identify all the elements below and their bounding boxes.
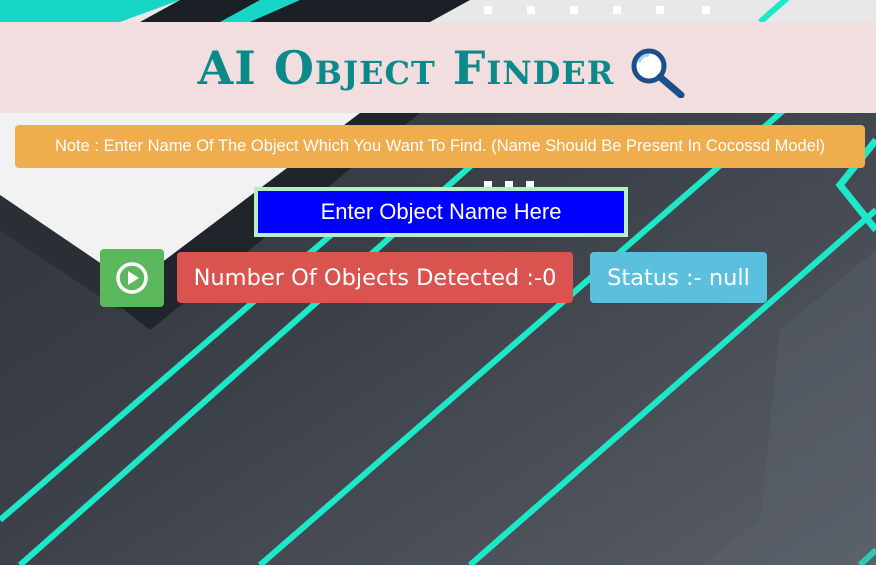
instruction-note: Note : Enter Name Of The Object Which Yo… [15, 125, 865, 168]
magnifier-icon [631, 48, 685, 98]
objects-detected-count: Number Of Objects Detected :-0 [177, 252, 573, 303]
object-name-input[interactable] [254, 187, 628, 237]
header-bar: AI Object Finder [0, 22, 876, 113]
page-title: AI Object Finder [197, 40, 615, 95]
play-circle-icon [116, 262, 148, 294]
status-badge: Status :- null [590, 252, 767, 303]
instruction-note-text: Note : Enter Name Of The Object Which Yo… [54, 137, 826, 155]
status-text: Status :- null [607, 264, 750, 291]
start-detection-button[interactable] [100, 249, 164, 307]
objects-detected-text: Number Of Objects Detected :-0 [193, 264, 557, 291]
